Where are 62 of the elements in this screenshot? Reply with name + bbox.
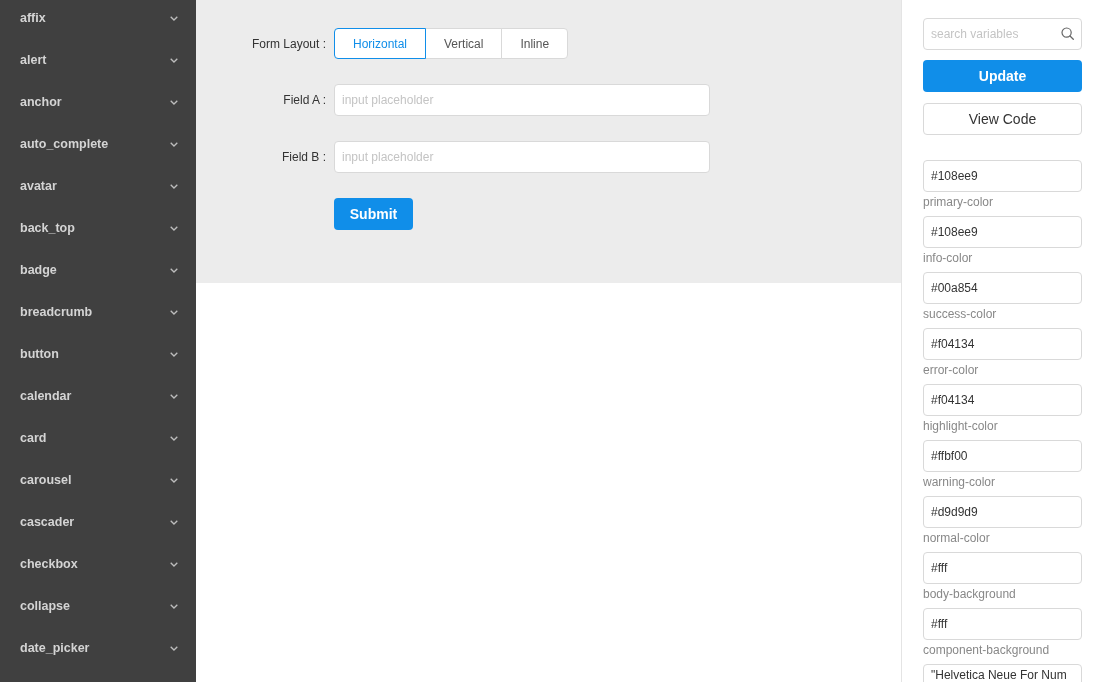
variable-name: success-color — [923, 306, 998, 323]
chevron-icon[interactable] — [170, 603, 178, 609]
variable-input[interactable]: #d9d9d9 — [923, 496, 1082, 528]
variable-name: info-color — [923, 250, 974, 267]
chevron-icon[interactable] — [170, 183, 178, 189]
chevron-icon[interactable] — [170, 57, 178, 63]
variable-input[interactable]: #fff — [923, 552, 1082, 584]
sidebar-item[interactable]: date_picker — [20, 638, 90, 658]
layout-option-button[interactable]: Inline — [501, 28, 569, 59]
chevron-icon[interactable] — [170, 435, 178, 441]
search-icon[interactable] — [1061, 27, 1074, 40]
chevron-icon[interactable] — [170, 477, 178, 483]
sidebar-item[interactable]: auto_complete — [20, 134, 109, 154]
variable-input[interactable]: #ffbf00 — [923, 440, 1082, 472]
sidebar-item[interactable]: avatar — [20, 176, 57, 196]
variable-name: component-background — [923, 642, 1051, 659]
variable-input[interactable]: #108ee9 — [923, 160, 1082, 192]
search-field[interactable]: search variables — [923, 18, 1082, 50]
sidebar-item[interactable]: cascader — [20, 512, 75, 532]
chevron-icon[interactable] — [170, 309, 178, 315]
variable-name: body-background — [923, 586, 1017, 603]
layout-option-button[interactable]: Vertical — [425, 28, 503, 59]
sidebar-item[interactable]: carousel — [20, 470, 72, 490]
variable-name: primary-color — [923, 194, 994, 211]
sidebar-item[interactable]: back_top — [20, 218, 75, 238]
variable-input[interactable]: #f04134 — [923, 384, 1082, 416]
variable-name: error-color — [923, 362, 980, 379]
chevron-icon[interactable] — [170, 225, 178, 231]
chevron-icon[interactable] — [170, 519, 178, 525]
sidebar-item[interactable]: badge — [20, 260, 57, 280]
sidebar-item[interactable]: breadcrumb — [20, 302, 93, 322]
variable-name: normal-color — [923, 530, 991, 547]
chevron-icon[interactable] — [170, 393, 178, 399]
view-code-button[interactable]: View Code — [923, 103, 1082, 135]
form-label: Form Layout : — [251, 35, 326, 53]
text-input[interactable]: input placeholder — [334, 84, 710, 116]
chevron-icon[interactable] — [170, 15, 178, 21]
chevron-icon[interactable] — [170, 267, 178, 273]
variable-input[interactable]: #108ee9 — [923, 216, 1082, 248]
layout-option-button[interactable]: Horizontal — [334, 28, 427, 59]
text-input[interactable]: input placeholder — [334, 141, 710, 173]
chevron-icon[interactable] — [170, 645, 178, 651]
chevron-icon[interactable] — [170, 141, 178, 147]
variable-input[interactable]: #00a854 — [923, 272, 1082, 304]
form-label: Field B : — [282, 149, 326, 166]
sidebar-item[interactable]: calendar — [20, 386, 72, 406]
variable-input[interactable]: "Helvetica Neue For Num — [923, 664, 1082, 682]
sidebar-item[interactable]: alert — [20, 50, 47, 70]
chevron-icon[interactable] — [170, 99, 178, 105]
variable-name: highlight-color — [923, 418, 999, 435]
sidebar-item[interactable]: checkbox — [20, 554, 78, 574]
form-label: Field A : — [283, 92, 326, 109]
sidebar-item[interactable]: card — [20, 428, 47, 448]
sidebar-item[interactable]: button — [20, 344, 59, 364]
sidebar-item[interactable]: affix — [20, 8, 46, 28]
variable-name: warning-color — [923, 474, 997, 491]
sidebar-item[interactable]: anchor — [20, 92, 62, 112]
chevron-icon[interactable] — [170, 561, 178, 567]
variable-input[interactable]: #f04134 — [923, 328, 1082, 360]
chevron-icon[interactable] — [170, 351, 178, 357]
variable-input[interactable]: #fff — [923, 608, 1082, 640]
sidebar-item[interactable]: collapse — [20, 596, 71, 616]
